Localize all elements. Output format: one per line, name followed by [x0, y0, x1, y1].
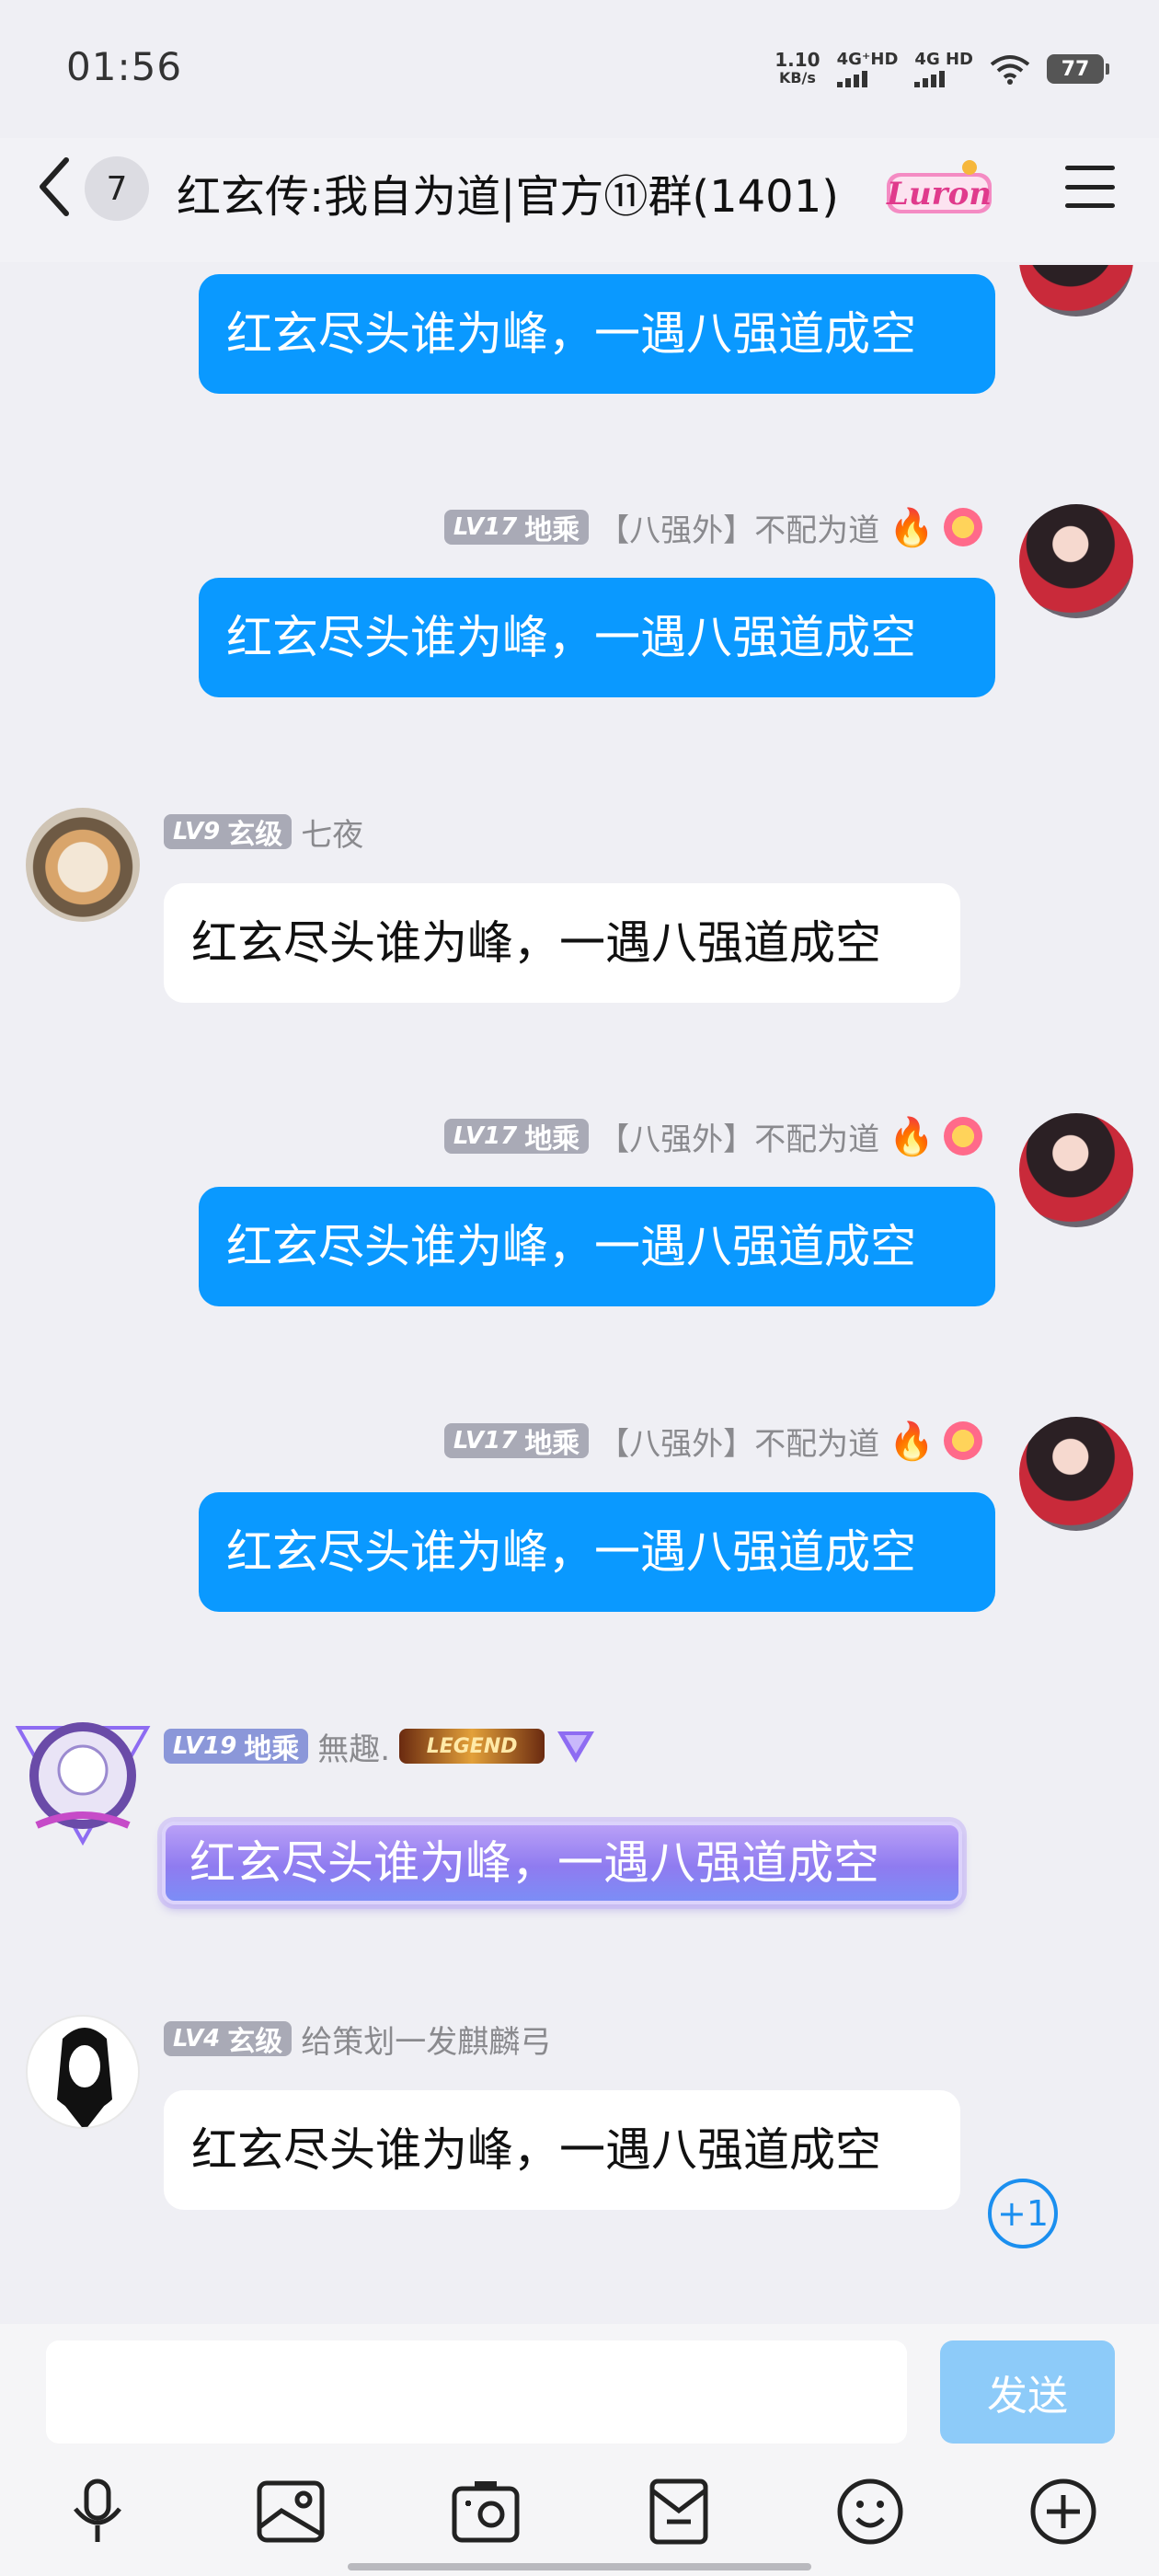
message-bubble[interactable]: 红玄尽头谁为峰，一遇八强道成空 — [199, 1187, 995, 1306]
level-badge: LV19 地乘 — [164, 1729, 309, 1765]
home-indicator[interactable] — [348, 2563, 811, 2570]
clock: 01:56 — [66, 44, 183, 89]
menu-icon[interactable] — [1065, 166, 1115, 208]
legend-badge: LEGEND — [399, 1729, 545, 1764]
smile-badge-icon — [944, 1421, 982, 1460]
sender-name: 【八强外】不配为道 — [598, 1425, 880, 1463]
sender-line: LV17 地乘 【八强外】不配为道 🔥 — [443, 1420, 982, 1463]
camera-icon[interactable] — [449, 2475, 522, 2548]
avatar-frame[interactable] — [9, 1717, 156, 1851]
avatar[interactable] — [26, 808, 140, 922]
smile-badge-icon — [944, 1117, 982, 1156]
status-icons: 1.10 KB/s 4G⁺HD 4G HD 77 — [775, 46, 1109, 92]
sim1-signal: 4G⁺HD — [836, 51, 898, 87]
sender-name: 七夜 — [301, 816, 364, 854]
sender-name: 给策划一发麒麟弓 — [301, 2023, 552, 2061]
luron-badge: Luron — [886, 160, 992, 213]
level-badge: LV4 玄级 — [164, 2021, 293, 2058]
battery-icon: 77 — [1047, 54, 1109, 84]
message-bubble[interactable]: 红玄尽头谁为峰，一遇八强道成空 — [199, 1492, 995, 1612]
fire-icon: 🔥 — [889, 1115, 935, 1158]
signal-bars-icon — [914, 69, 946, 87]
image-icon[interactable] — [254, 2475, 327, 2548]
sender-line: LV9 玄级 七夜 — [164, 811, 364, 854]
message-bubble[interactable]: 红玄尽头谁为峰，一遇八强道成空 — [164, 2090, 960, 2210]
fire-icon: 🔥 — [889, 1420, 935, 1463]
sender-line: LV17 地乘 【八强外】不配为道 🔥 — [443, 506, 982, 549]
status-bar: 01:56 1.10 KB/s 4G⁺HD 4G HD 77 — [0, 0, 1159, 138]
sender-name: 無趣. — [317, 1731, 391, 1768]
group-title[interactable]: 红玄传:我自为道|官方⑪群(1401) — [177, 160, 839, 224]
avatar-drawing — [57, 2028, 112, 2127]
message-bubble[interactable]: 红玄尽头谁为峰，一遇八强道成空 — [199, 578, 995, 697]
sender-line: LV4 玄级 给策划一发麒麟弓 — [164, 2018, 552, 2061]
diamond-icon — [557, 1731, 595, 1763]
message-input[interactable] — [46, 2340, 907, 2444]
sender-name: 【八强外】不配为道 — [598, 1121, 880, 1158]
composer-toolbar — [0, 2475, 1159, 2558]
plus-one-button[interactable]: +1 — [988, 2179, 1058, 2248]
unread-count-badge[interactable]: 7 — [85, 156, 149, 221]
emoji-icon[interactable] — [833, 2475, 907, 2548]
avatar[interactable] — [26, 2015, 140, 2129]
message-bubble[interactable]: 红玄尽头谁为峰，一遇八强道成空 — [162, 1822, 962, 1904]
avatar[interactable] — [1019, 1113, 1133, 1227]
avatar[interactable] — [1019, 1417, 1133, 1531]
svg-text:Luron: Luron — [886, 176, 992, 213]
smile-badge-icon — [944, 508, 982, 546]
message-bubble[interactable]: 红玄尽头谁为峰，一遇八强道成空 — [199, 274, 995, 394]
avatar[interactable] — [1019, 504, 1133, 618]
level-badge: LV17 地乘 — [443, 510, 590, 546]
red-packet-icon[interactable] — [642, 2475, 716, 2548]
level-badge: LV17 地乘 — [443, 1423, 590, 1460]
network-speed: 1.10 KB/s — [775, 49, 820, 86]
message-bubble[interactable]: 红玄尽头谁为峰，一遇八强道成空 — [164, 883, 960, 1003]
back-arrow-icon[interactable] — [35, 155, 74, 219]
sender-line: LV17 地乘 【八强外】不配为道 🔥 — [443, 1115, 982, 1158]
signal-bars-icon — [836, 69, 867, 87]
sender-line: LV19 地乘 無趣. LEGEND — [164, 1726, 598, 1768]
level-badge: LV9 玄级 — [164, 814, 293, 851]
level-badge: LV17 地乘 — [443, 1119, 590, 1156]
plus-icon[interactable] — [1027, 2475, 1100, 2548]
sim2-signal: 4G HD — [914, 51, 973, 87]
sender-name: 【八强外】不配为道 — [598, 512, 880, 549]
microphone-icon[interactable] — [61, 2475, 134, 2548]
wifi-icon — [990, 55, 1030, 85]
fire-icon: 🔥 — [889, 506, 935, 549]
send-button[interactable]: 发送 — [940, 2340, 1115, 2444]
